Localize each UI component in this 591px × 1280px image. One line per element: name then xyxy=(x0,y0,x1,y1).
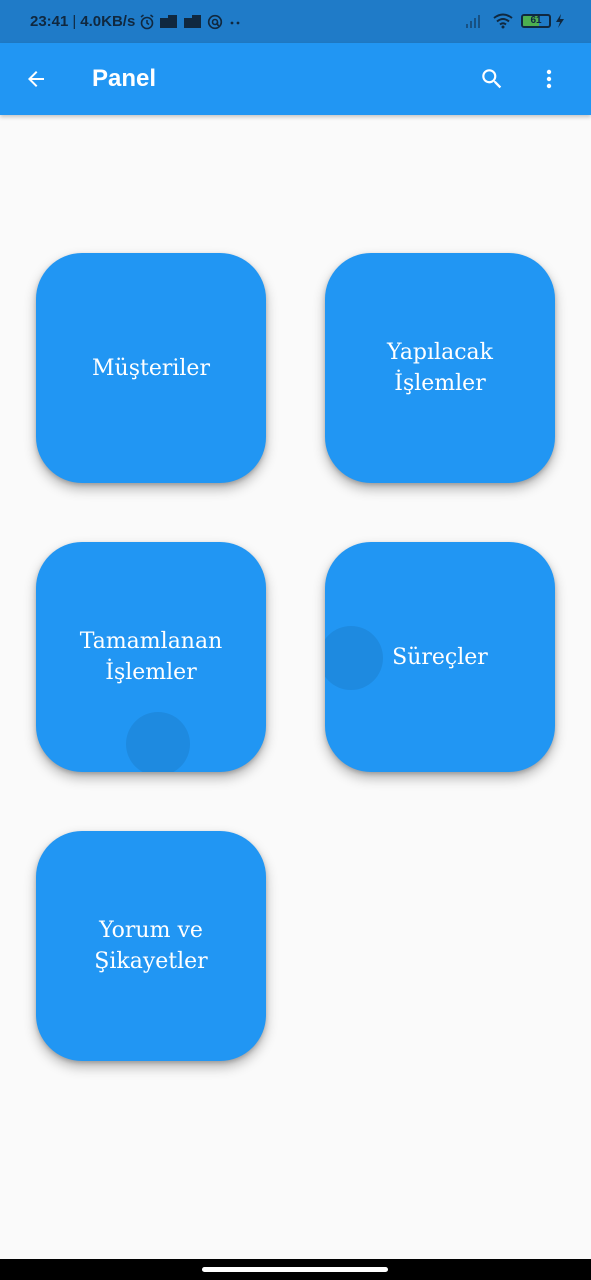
back-button[interactable] xyxy=(18,61,54,97)
more-options-button[interactable] xyxy=(531,61,567,97)
status-left: 23:41 | 4.0KB/s xyxy=(30,13,243,30)
notification-icon xyxy=(160,14,178,28)
alarm-icon xyxy=(140,13,154,29)
tile-label: Süreçler xyxy=(392,644,488,670)
tile-label: Yapılacak İşlemler xyxy=(387,340,493,396)
tile-surecler[interactable]: Süreçler xyxy=(325,542,555,772)
battery-icon: 61 xyxy=(521,14,551,28)
charging-icon xyxy=(556,14,564,28)
status-separator: | xyxy=(72,13,77,30)
signal-icon xyxy=(466,15,480,28)
battery-group: 61 xyxy=(521,14,551,28)
battery-level: 61 xyxy=(530,15,542,26)
home-gesture-handle[interactable] xyxy=(202,1267,388,1272)
search-icon xyxy=(482,69,502,89)
status-bar: 23:41 | 4.0KB/s 61 xyxy=(0,0,591,43)
status-right: 61 xyxy=(465,13,565,29)
tile-yapilacak-islemler[interactable]: Yapılacak İşlemler xyxy=(325,253,555,483)
status-network-speed: 4.0KB/s xyxy=(80,13,136,30)
wifi-icon xyxy=(493,13,513,29)
tile-musteriler[interactable]: Müşteriler xyxy=(36,253,266,483)
navigation-bar xyxy=(0,1259,591,1280)
search-button[interactable] xyxy=(474,61,510,97)
app-bar: Panel xyxy=(0,43,591,115)
tile-label: Tamamlanan İşlemler xyxy=(79,629,223,685)
vpn-icon xyxy=(208,14,223,29)
tile-tamamlanan-islemler[interactable]: Tamamlanan İşlemler xyxy=(36,542,266,772)
touch-ripple xyxy=(126,712,190,772)
tile-yorum-ve-sikayetler[interactable]: Yorum ve Şikayetler xyxy=(36,831,266,1061)
tile-label: Müşteriler xyxy=(92,355,210,381)
page-title: Panel xyxy=(92,65,157,92)
tile-label: Yorum ve Şikayetler xyxy=(94,918,208,974)
more-dots-icon xyxy=(230,21,240,24)
more-vert-icon xyxy=(546,69,552,89)
status-time: 23:41 xyxy=(30,13,69,30)
arrow-back-icon xyxy=(28,71,44,87)
notification-icon xyxy=(184,14,202,28)
